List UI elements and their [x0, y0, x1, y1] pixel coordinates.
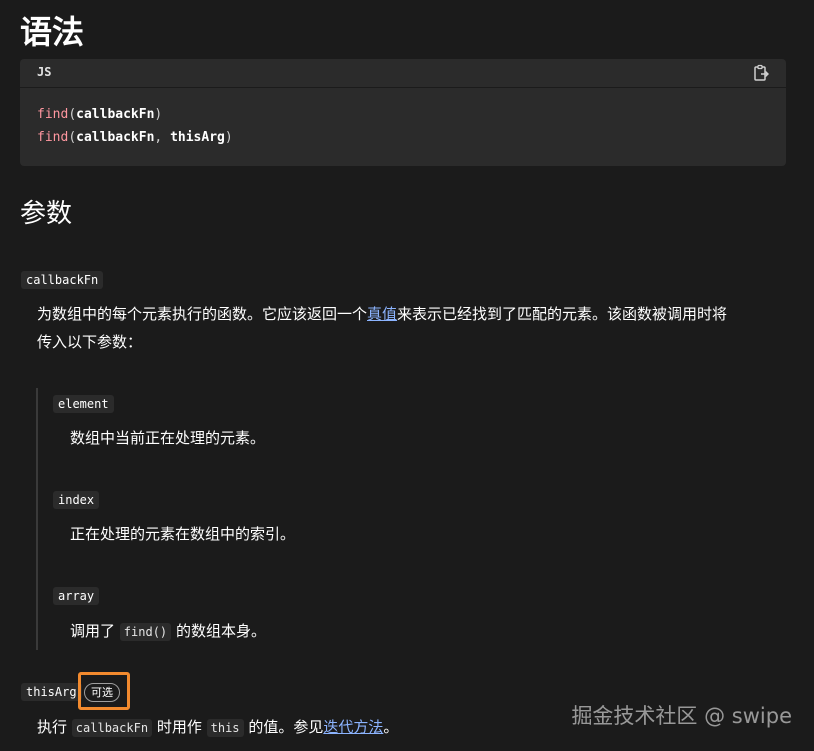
code-body: find(callbackFn) find(callbackFn, thisAr… [37, 103, 233, 149]
param-element-name: element [53, 395, 114, 413]
param-element-desc: 数组中当前正在处理的元素。 [70, 429, 266, 447]
code-block-header: JS [20, 59, 786, 88]
code-arg: callbackFn [76, 130, 155, 145]
code-line: find(callbackFn) [37, 103, 233, 126]
inline-code-this: this [206, 719, 244, 737]
code-paren: ) [224, 130, 233, 145]
desc-text: 调用了 [70, 622, 116, 640]
code-paren: ( [68, 130, 77, 145]
highlight-annotation-box [78, 672, 130, 710]
param-array-desc: 调用了 find() 的数组本身。 [70, 619, 266, 644]
param-callbackfn-desc: 为数组中的每个元素执行的函数。它应该返回一个真值来表示已经找到了匹配的元素。该函… [37, 300, 797, 356]
inline-code-callbackfn: callbackFn [71, 719, 153, 737]
mdn-page: 语法 JS find(callbackFn) find(callbackFn, … [0, 0, 814, 751]
param-callbackfn-name: callbackFn [21, 271, 104, 289]
desc-text: 。 [383, 718, 399, 736]
code-arg: callbackFn [76, 107, 155, 122]
param-index-name: index [53, 491, 100, 509]
syntax-heading: 语法 [20, 13, 85, 51]
watermark: 掘金技术社区 @ swipe [571, 704, 792, 728]
desc-line: 传入以下参数： [37, 333, 143, 351]
param-array-name: array [53, 587, 100, 605]
desc-text: 来表示已经找到了匹配的元素。该函数被调用时将 [397, 305, 728, 323]
desc-text: 执行 [37, 718, 68, 736]
param-thisarg-name: thisArg [21, 683, 82, 701]
desc-text: 的数组本身。 [175, 622, 266, 640]
code-arg: thisArg [170, 130, 225, 145]
desc-text: 时用作 [156, 718, 202, 736]
desc-text: 为数组中的每个元素执行的函数。它应该返回一个 [37, 305, 368, 323]
truthy-link[interactable]: 真值 [367, 305, 397, 323]
code-language-label: JS [37, 65, 52, 79]
param-index-desc: 正在处理的元素在数组中的索引。 [70, 525, 296, 543]
code-separator: , [154, 130, 171, 145]
inline-code-find: find() [119, 623, 172, 641]
code-block: JS find(callbackFn) find(callbackFn, thi… [20, 59, 786, 166]
code-paren: ) [154, 107, 163, 122]
code-paren: ( [68, 107, 77, 122]
nested-params-bar [36, 388, 38, 650]
code-fn-name: find [37, 107, 69, 122]
iterative-methods-link[interactable]: 迭代方法 [323, 718, 383, 736]
clipboard-copy-icon[interactable] [752, 64, 770, 82]
code-line: find(callbackFn, thisArg) [37, 126, 233, 149]
code-fn-name: find [37, 130, 69, 145]
param-thisarg-desc: 执行 callbackFn 时用作 this 的值。参见迭代方法。 [37, 713, 398, 742]
desc-text: 的值。参见 [248, 718, 324, 736]
desc-line: 为数组中的每个元素执行的函数。它应该返回一个真值来表示已经找到了匹配的元素。该函… [37, 300, 797, 328]
parameters-heading: 参数 [20, 199, 73, 229]
